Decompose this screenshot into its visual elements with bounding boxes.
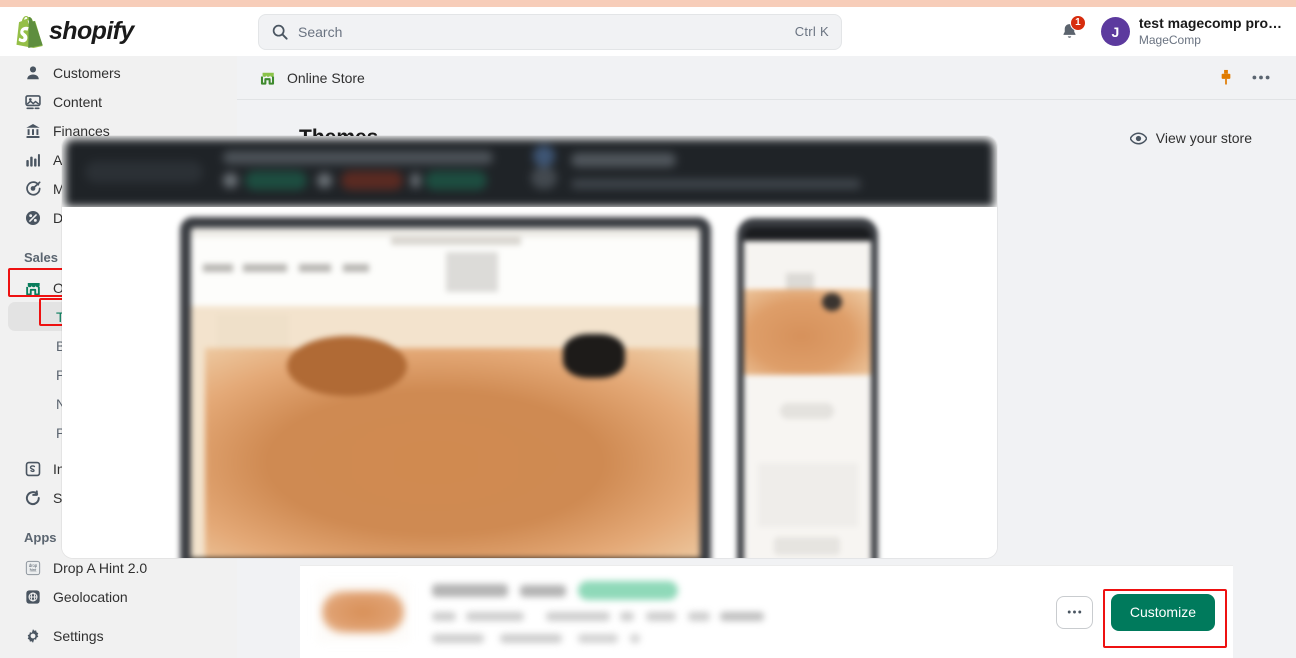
shopify-logo-text: shopify <box>49 17 134 45</box>
sidebar-item-label: Content <box>53 93 103 110</box>
sidebar-item-label: Drop A Hint 2.0 <box>53 559 148 576</box>
eye-icon <box>1129 131 1147 145</box>
shopify-logo[interactable]: shopify <box>0 7 258 56</box>
svg-text:hint: hint <box>30 567 38 572</box>
ellipsis-horizontal-icon[interactable] <box>1252 75 1270 80</box>
sidebar-item-label: Customers <box>53 64 121 81</box>
theme-device-preview <box>62 207 997 558</box>
storefront-icon <box>26 282 40 295</box>
shopify-admin-themes-page: shopify Search Ctrl K 1 J test magecomp … <box>0 0 1296 658</box>
sidebar-item-geolocation[interactable]: Geolocation <box>8 582 229 611</box>
theme-row-actions: Customize <box>1055 593 1215 631</box>
notification-badge: 1 <box>1069 14 1086 31</box>
discount-tag-icon <box>25 210 41 225</box>
theme-name-redacted <box>432 584 508 597</box>
gear-icon <box>27 628 39 643</box>
view-your-store-link[interactable]: View your store <box>1129 130 1252 146</box>
globe-icon <box>26 589 40 604</box>
top-bar-right: 1 J test magecomp pro… MageComp <box>842 7 1296 56</box>
ellipsis-horizontal-icon <box>1067 610 1082 614</box>
breadcrumb: Online Store <box>287 69 365 86</box>
avatar: J <box>1100 17 1130 46</box>
account-name: test magecomp pro… <box>1138 15 1282 32</box>
theme-meta <box>410 581 1056 643</box>
theme-more-actions-button[interactable] <box>1055 595 1093 629</box>
sidebar-item-label: Settings <box>53 627 104 644</box>
phone-screen <box>744 227 871 558</box>
notifications-button[interactable]: 1 <box>1053 14 1087 49</box>
laptop-mockup <box>180 217 711 558</box>
theme-detail-row-2 <box>432 634 1056 643</box>
content-image-icon <box>25 94 41 109</box>
pushpin-icon[interactable] <box>1218 69 1234 86</box>
inbox-icon <box>25 461 41 476</box>
account-names: test magecomp pro… MageComp <box>1139 15 1282 48</box>
theme-announcement-banner <box>65 139 994 207</box>
sidebar-item-content[interactable]: Content <box>8 87 229 116</box>
search-shortcut-hint: Ctrl K <box>794 24 829 39</box>
theme-thumbnail <box>316 581 410 643</box>
top-accent-strip <box>0 0 1296 7</box>
bank-icon <box>26 123 40 138</box>
sidebar-item-settings[interactable]: Settings <box>8 621 229 650</box>
sidebar-item-label: Geolocation <box>53 588 128 605</box>
search-icon <box>272 24 288 40</box>
theme-version-redacted <box>520 584 566 597</box>
drop-a-hint-app-icon: drop hint <box>25 560 41 575</box>
theme-list-row: Customize <box>300 565 1233 658</box>
account-org: MageComp <box>1138 32 1201 47</box>
top-bar: shopify Search Ctrl K 1 J test magecomp … <box>0 7 1296 56</box>
theme-preview-card <box>62 136 997 558</box>
laptop-screen <box>191 228 700 558</box>
bar-chart-icon <box>26 153 40 167</box>
megaphone-target-icon <box>26 180 41 196</box>
shopify-bag-icon <box>16 15 43 48</box>
context-header: Online Store <box>237 56 1296 100</box>
view-your-store-label: View your store <box>1155 130 1252 146</box>
sidebar-section-label: Apps <box>24 529 57 545</box>
theme-name-row <box>432 581 1056 600</box>
search-input[interactable]: Search Ctrl K <box>258 13 842 50</box>
person-icon <box>27 65 39 79</box>
shop-bag-icon <box>25 489 40 505</box>
sidebar-item-customers[interactable]: Customers <box>8 58 229 87</box>
storefront-icon <box>260 72 275 85</box>
theme-detail-row-1 <box>432 612 1056 621</box>
search-placeholder: Search <box>298 23 343 40</box>
customize-button[interactable]: Customize <box>1110 593 1215 631</box>
status-badge <box>578 581 678 600</box>
account-menu[interactable]: J test magecomp pro… MageComp <box>1100 15 1282 48</box>
phone-mockup <box>737 218 878 558</box>
